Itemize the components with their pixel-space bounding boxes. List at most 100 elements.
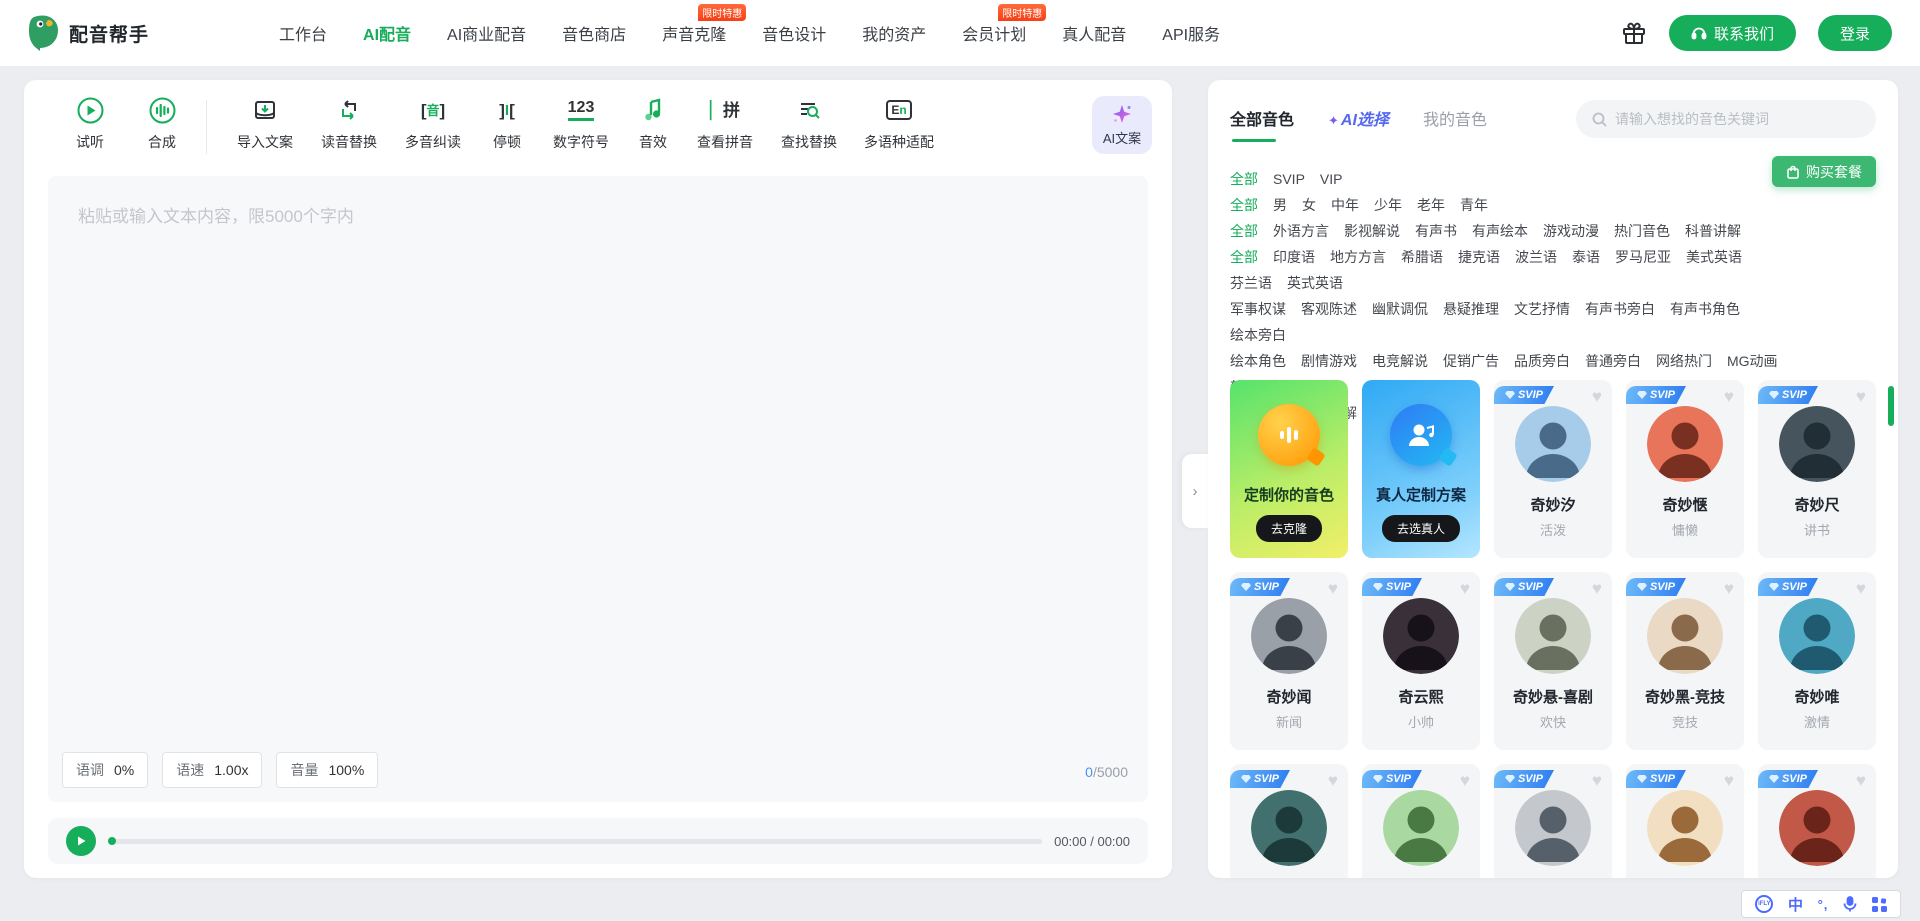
favorite-heart-icon[interactable]: ♥ — [1856, 580, 1866, 597]
tool-view-pinyin[interactable]: ▏拼 查看拼音 — [683, 96, 767, 152]
filter-chip[interactable]: 品质旁白 — [1514, 348, 1570, 374]
player-play-button[interactable] — [66, 826, 96, 856]
microphone-icon[interactable] — [1843, 896, 1857, 912]
filter-chip[interactable]: 女 — [1302, 192, 1316, 218]
voice-card[interactable]: SVIP ♥ 奇云熙 小帅 — [1362, 572, 1480, 750]
filter-chip[interactable]: 网络热门 — [1656, 348, 1712, 374]
tool-polyphone-correct[interactable]: [音] 多音纠读 — [391, 96, 475, 152]
gift-icon[interactable] — [1621, 20, 1647, 46]
filter-chip[interactable]: 罗马尼亚 — [1615, 244, 1671, 270]
voice-card[interactable]: SVIP ♥ 奇妙汐 活泼 — [1494, 380, 1612, 558]
voice-card[interactable]: SVIP ♥ 奇妙唯 激情 — [1758, 572, 1876, 750]
filter-chip[interactable]: 希腊语 — [1401, 244, 1443, 270]
filter-chip[interactable]: 军事权谋 — [1230, 296, 1286, 322]
voice-card[interactable]: SVIP ♥ 奇妙闻 新闻 — [1230, 572, 1348, 750]
filter-chip[interactable]: MG动画 — [1727, 348, 1778, 374]
voice-search-box[interactable] — [1576, 100, 1876, 138]
favorite-heart-icon[interactable]: ♥ — [1856, 772, 1866, 789]
filter-chip[interactable]: 男 — [1273, 192, 1287, 218]
favorite-heart-icon[interactable]: ♥ — [1460, 580, 1470, 597]
filter-chip[interactable]: 悬疑推理 — [1443, 296, 1499, 322]
favorite-heart-icon[interactable]: ♥ — [1724, 388, 1734, 405]
voice-card[interactable]: SVIP ♥ 奇宝乐 活泼 — [1494, 764, 1612, 878]
nav-item[interactable]: 真人配音 — [1062, 21, 1126, 45]
voice-card[interactable]: SVIP ♥ 奇妙锦-权谋 沉稳 — [1362, 764, 1480, 878]
pitch-control[interactable]: 语调 0% — [62, 752, 148, 788]
preview-button[interactable]: 试听 — [54, 96, 126, 152]
favorite-heart-icon[interactable]: ♥ — [1724, 580, 1734, 597]
filter-chip[interactable]: 有声书角色 — [1670, 296, 1740, 322]
favorite-heart-icon[interactable]: ♥ — [1592, 580, 1602, 597]
tool-pause[interactable]: ]Ι[ 停顿 — [475, 96, 539, 152]
filter-chip[interactable]: 全部 — [1230, 218, 1258, 244]
voice-grid-scrollbar[interactable] — [1888, 386, 1894, 426]
favorite-heart-icon[interactable]: ♥ — [1592, 772, 1602, 789]
nav-item[interactable]: 工作台 — [279, 21, 327, 45]
filter-chip[interactable]: 绘本旁白 — [1230, 322, 1286, 348]
voice-search-input[interactable] — [1615, 111, 1845, 127]
filter-chip[interactable]: 剧情游戏 — [1301, 348, 1357, 374]
ai-copywriting-button[interactable]: AI文案 — [1092, 96, 1152, 154]
filter-chip[interactable]: 地方方言 — [1330, 244, 1386, 270]
filter-chip[interactable]: 少年 — [1374, 192, 1402, 218]
filter-chip[interactable]: 客观陈述 — [1301, 296, 1357, 322]
filter-chip[interactable]: 影视解说 — [1344, 218, 1400, 244]
filter-chip[interactable]: 幽默调侃 — [1372, 296, 1428, 322]
custom-voice-promo-card[interactable]: 定制你的音色 去克隆 — [1230, 380, 1348, 558]
filter-chip[interactable]: 泰语 — [1572, 244, 1600, 270]
synthesize-button[interactable]: 合成 — [126, 96, 198, 152]
filter-chip[interactable]: 促销广告 — [1443, 348, 1499, 374]
favorite-heart-icon[interactable]: ♥ — [1724, 772, 1734, 789]
voice-card[interactable]: SVIP ♥ 奇妙栩 走心 — [1758, 764, 1876, 878]
chinese-mode-icon[interactable]: 中 — [1788, 894, 1803, 915]
nav-item[interactable]: API服务 — [1162, 21, 1220, 45]
favorite-heart-icon[interactable]: ♥ — [1328, 580, 1338, 597]
filter-chip[interactable]: 全部 — [1230, 166, 1258, 192]
nav-item[interactable]: 我的资产 — [862, 21, 926, 45]
favorite-heart-icon[interactable]: ♥ — [1460, 772, 1470, 789]
filter-chip[interactable]: 科普讲解 — [1685, 218, 1741, 244]
filter-chip[interactable]: 有声书 — [1415, 218, 1457, 244]
voice-card[interactable]: SVIP ♥ 奇妙悬-喜剧 欢快 — [1494, 572, 1612, 750]
filter-chip[interactable]: 老年 — [1417, 192, 1445, 218]
text-input-area[interactable]: 粘贴或输入文本内容，限5000个字内 语调 0% 语速 1.00x 音量 100… — [48, 176, 1148, 802]
tool-number-symbol[interactable]: 123 数字符号 — [539, 96, 623, 152]
tool-import-text[interactable]: 导入文案 — [223, 96, 307, 152]
real-human-promo-card[interactable]: 真人定制方案 去选真人 — [1362, 380, 1480, 558]
voice-card[interactable]: SVIP ♥ 奇妙尺 讲书 — [1758, 380, 1876, 558]
filter-chip[interactable]: 全部 — [1230, 244, 1258, 270]
collapse-panel-handle[interactable]: › — [1182, 454, 1208, 528]
nav-item[interactable]: AI配音 — [363, 21, 411, 45]
filter-chip[interactable]: 波兰语 — [1515, 244, 1557, 270]
tool-pronunciation-replace[interactable]: 读音替换 — [307, 96, 391, 152]
ifly-logo-icon[interactable]: iFLY — [1755, 895, 1773, 913]
tool-sound-effect[interactable]: 音效 — [623, 96, 683, 152]
filter-chip[interactable]: 全部 — [1230, 192, 1258, 218]
punctuation-icon[interactable]: °, — [1818, 897, 1829, 912]
filter-chip[interactable]: 青年 — [1460, 192, 1488, 218]
voice-card[interactable]: SVIP ♥ 奇妙薇 温柔 — [1626, 764, 1744, 878]
filter-chip[interactable]: 文艺抒情 — [1514, 296, 1570, 322]
filter-chip[interactable]: 中年 — [1331, 192, 1359, 218]
filter-chip[interactable]: 印度语 — [1273, 244, 1315, 270]
login-button[interactable]: 登录 — [1818, 15, 1892, 51]
filter-chip[interactable]: VIP — [1320, 166, 1343, 192]
brand-logo[interactable]: 配音帮手 — [28, 14, 149, 52]
filter-chip[interactable]: SVIP — [1273, 166, 1305, 192]
filter-chip[interactable]: 英式英语 — [1287, 270, 1343, 296]
filter-chip[interactable]: 普通旁白 — [1585, 348, 1641, 374]
choose-real-human-button[interactable]: 去选真人 — [1382, 515, 1460, 542]
filter-chip[interactable]: 绘本角色 — [1230, 348, 1286, 374]
nav-item[interactable]: 音色设计 — [762, 21, 826, 45]
go-clone-button[interactable]: 去克隆 — [1256, 515, 1322, 542]
speed-control[interactable]: 语速 1.00x — [162, 752, 262, 788]
filter-chip[interactable]: 电竞解说 — [1372, 348, 1428, 374]
filter-chip[interactable]: 热门音色 — [1614, 218, 1670, 244]
tab-ai-select[interactable]: ✦AI选择 — [1328, 106, 1389, 142]
filter-chip[interactable]: 捷克语 — [1458, 244, 1500, 270]
favorite-heart-icon[interactable]: ♥ — [1592, 388, 1602, 405]
filter-chip[interactable]: 有声书旁白 — [1585, 296, 1655, 322]
nav-item[interactable]: 声音克隆限时特惠 — [662, 21, 726, 45]
voice-card[interactable]: SVIP ♥ 奇妙辉 正式 — [1230, 764, 1348, 878]
tool-find-replace[interactable]: 查找替换 — [767, 96, 851, 152]
